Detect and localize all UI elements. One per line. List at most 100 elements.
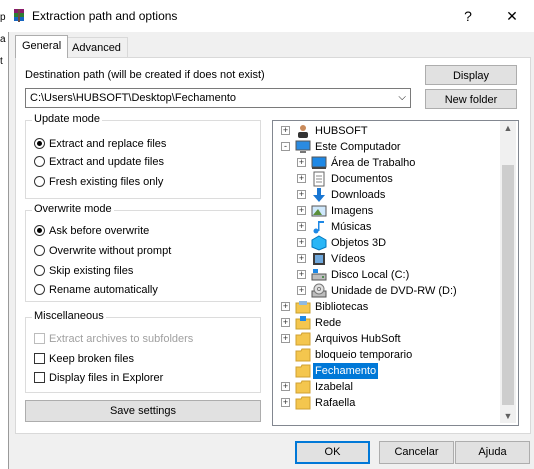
tree-node-label: Unidade de DVD-RW (D:) bbox=[331, 285, 457, 297]
option-label: Extract and replace files bbox=[49, 138, 167, 150]
collapse-icon[interactable]: - bbox=[281, 142, 290, 151]
chevron-down-icon[interactable]: ⌵ bbox=[398, 89, 406, 107]
update-option-replace[interactable]: Extract and replace files bbox=[34, 136, 166, 152]
radio-selected[interactable] bbox=[34, 225, 45, 236]
folder-icon bbox=[295, 396, 311, 410]
tab-general[interactable]: General bbox=[15, 35, 69, 58]
libraries-icon bbox=[295, 301, 311, 314]
option-label: Display files in Explorer bbox=[49, 372, 164, 384]
expand-icon[interactable]: + bbox=[297, 158, 306, 167]
update-mode-group: Update mode Extract and replace files Ex… bbox=[25, 113, 261, 199]
checkbox[interactable] bbox=[34, 372, 45, 383]
expand-icon[interactable]: + bbox=[297, 270, 306, 279]
update-option-fresh[interactable]: Fresh existing files only bbox=[34, 174, 163, 190]
expand-icon[interactable]: + bbox=[297, 238, 306, 247]
tree-node[interactable]: + Bibliotecas bbox=[273, 299, 501, 315]
tree-node[interactable]: + Objetos 3D bbox=[273, 235, 501, 251]
tree-scrollbar[interactable]: ▲ ▼ bbox=[500, 121, 516, 423]
network-icon bbox=[295, 316, 311, 330]
checkbox[interactable] bbox=[34, 353, 45, 364]
option-label: Ask before overwrite bbox=[49, 225, 150, 237]
tree-node[interactable]: bloqueio temporario bbox=[273, 347, 501, 363]
tree-node[interactable]: + Unidade de DVD-RW (D:) bbox=[273, 283, 501, 299]
overwrite-option-rename[interactable]: Rename automatically bbox=[34, 282, 158, 298]
radio[interactable] bbox=[34, 265, 45, 276]
tree-node[interactable]: + Downloads bbox=[273, 187, 501, 203]
cancel-button[interactable]: Cancelar bbox=[379, 441, 454, 464]
tree-node-label: Fechamento bbox=[313, 363, 379, 379]
folder-icon bbox=[295, 380, 311, 394]
close-button[interactable]: ✕ bbox=[502, 8, 522, 25]
radio[interactable] bbox=[34, 176, 45, 187]
misc-option-keep-broken[interactable]: Keep broken files bbox=[34, 351, 134, 367]
misc-option-display-explorer[interactable]: Display files in Explorer bbox=[34, 370, 163, 386]
radio-selected[interactable] bbox=[34, 138, 45, 149]
dvd-drive-icon bbox=[311, 283, 327, 298]
winrar-icon bbox=[14, 9, 24, 22]
tree-node[interactable]: + Disco Local (C:) bbox=[273, 267, 501, 283]
tree-node[interactable]: + Rede bbox=[273, 315, 501, 331]
objects-3d-icon bbox=[311, 235, 327, 251]
tree-node-label: Objetos 3D bbox=[331, 237, 387, 249]
update-option-update[interactable]: Extract and update files bbox=[34, 154, 164, 170]
folder-icon bbox=[295, 348, 311, 362]
destination-path-combobox[interactable]: C:\Users\HUBSOFT\Desktop\Fechamento ⌵ bbox=[25, 88, 411, 108]
folder-icon bbox=[295, 332, 311, 346]
tree-node[interactable]: + Vídeos bbox=[273, 251, 501, 267]
scroll-down-arrow-icon[interactable]: ▼ bbox=[500, 411, 516, 421]
expand-icon[interactable]: + bbox=[281, 318, 290, 327]
help-title-button[interactable]: ? bbox=[458, 8, 478, 24]
expand-icon[interactable]: + bbox=[281, 398, 290, 407]
save-settings-button[interactable]: Save settings bbox=[25, 400, 261, 422]
overwrite-option-ask[interactable]: Ask before overwrite bbox=[34, 223, 149, 239]
videos-icon bbox=[313, 253, 325, 265]
radio[interactable] bbox=[34, 284, 45, 295]
tree-node-label: Rafaella bbox=[315, 397, 356, 409]
overwrite-option-without-prompt[interactable]: Overwrite without prompt bbox=[34, 243, 171, 259]
tab-advanced[interactable]: Advanced bbox=[65, 37, 128, 58]
tree-node[interactable]: + Músicas bbox=[273, 219, 501, 235]
overwrite-option-skip[interactable]: Skip existing files bbox=[34, 263, 133, 279]
ok-button[interactable]: OK bbox=[295, 441, 370, 464]
help-button[interactable]: Ajuda bbox=[455, 441, 530, 464]
tree-node[interactable]: + Documentos bbox=[273, 171, 501, 187]
expand-icon[interactable]: + bbox=[297, 222, 306, 231]
tree-node[interactable]: + Área de Trabalho bbox=[273, 155, 501, 171]
tree-node-label: Músicas bbox=[331, 221, 372, 233]
option-label: Extract archives to subfolders bbox=[49, 333, 194, 345]
expand-icon[interactable]: + bbox=[281, 302, 290, 311]
tree-node[interactable]: Fechamento bbox=[273, 363, 501, 379]
tree-node[interactable]: + Izabelal bbox=[273, 379, 501, 395]
expand-icon[interactable]: + bbox=[297, 190, 306, 199]
radio[interactable] bbox=[34, 245, 45, 256]
tree-node-label: Imagens bbox=[331, 205, 374, 217]
tree-node[interactable]: + HUBSOFT bbox=[273, 123, 501, 139]
computer-icon bbox=[295, 140, 311, 153]
scrollbar-thumb[interactable] bbox=[502, 165, 514, 405]
tree-node[interactable]: + Imagens bbox=[273, 203, 501, 219]
folder-tree[interactable]: + HUBSOFT - Este Computador + Área de Trabalh… bbox=[272, 120, 519, 426]
desktop-icon bbox=[311, 156, 327, 169]
display-button[interactable]: Display bbox=[425, 65, 517, 85]
expand-icon[interactable]: + bbox=[297, 206, 306, 215]
tree-node[interactable]: + Rafaella bbox=[273, 395, 501, 411]
tree-node[interactable]: + Arquivos HubSoft bbox=[273, 331, 501, 347]
tree-node-label: HUBSOFT bbox=[315, 125, 368, 137]
scroll-up-arrow-icon[interactable]: ▲ bbox=[500, 123, 516, 133]
expand-icon[interactable]: + bbox=[281, 126, 290, 135]
expand-icon[interactable]: + bbox=[297, 286, 306, 295]
miscellaneous-group: Miscellaneous Extract archives to subfol… bbox=[25, 310, 261, 393]
tree-node-label: Arquivos HubSoft bbox=[315, 333, 401, 345]
new-folder-button[interactable]: New folder bbox=[425, 89, 517, 109]
expand-icon[interactable]: + bbox=[281, 382, 290, 391]
tree-node[interactable]: - Este Computador bbox=[273, 139, 501, 155]
expand-icon[interactable]: + bbox=[297, 174, 306, 183]
radio[interactable] bbox=[34, 156, 45, 167]
option-label: Overwrite without prompt bbox=[49, 245, 172, 257]
overwrite-mode-group: Overwrite mode Ask before overwrite Over… bbox=[25, 203, 261, 302]
expand-icon[interactable]: + bbox=[297, 254, 306, 263]
drive-icon bbox=[311, 269, 327, 281]
tree-node-label: Este Computador bbox=[315, 141, 401, 153]
expand-icon[interactable]: + bbox=[281, 334, 290, 343]
tree-node-label: bloqueio temporario bbox=[315, 349, 413, 361]
